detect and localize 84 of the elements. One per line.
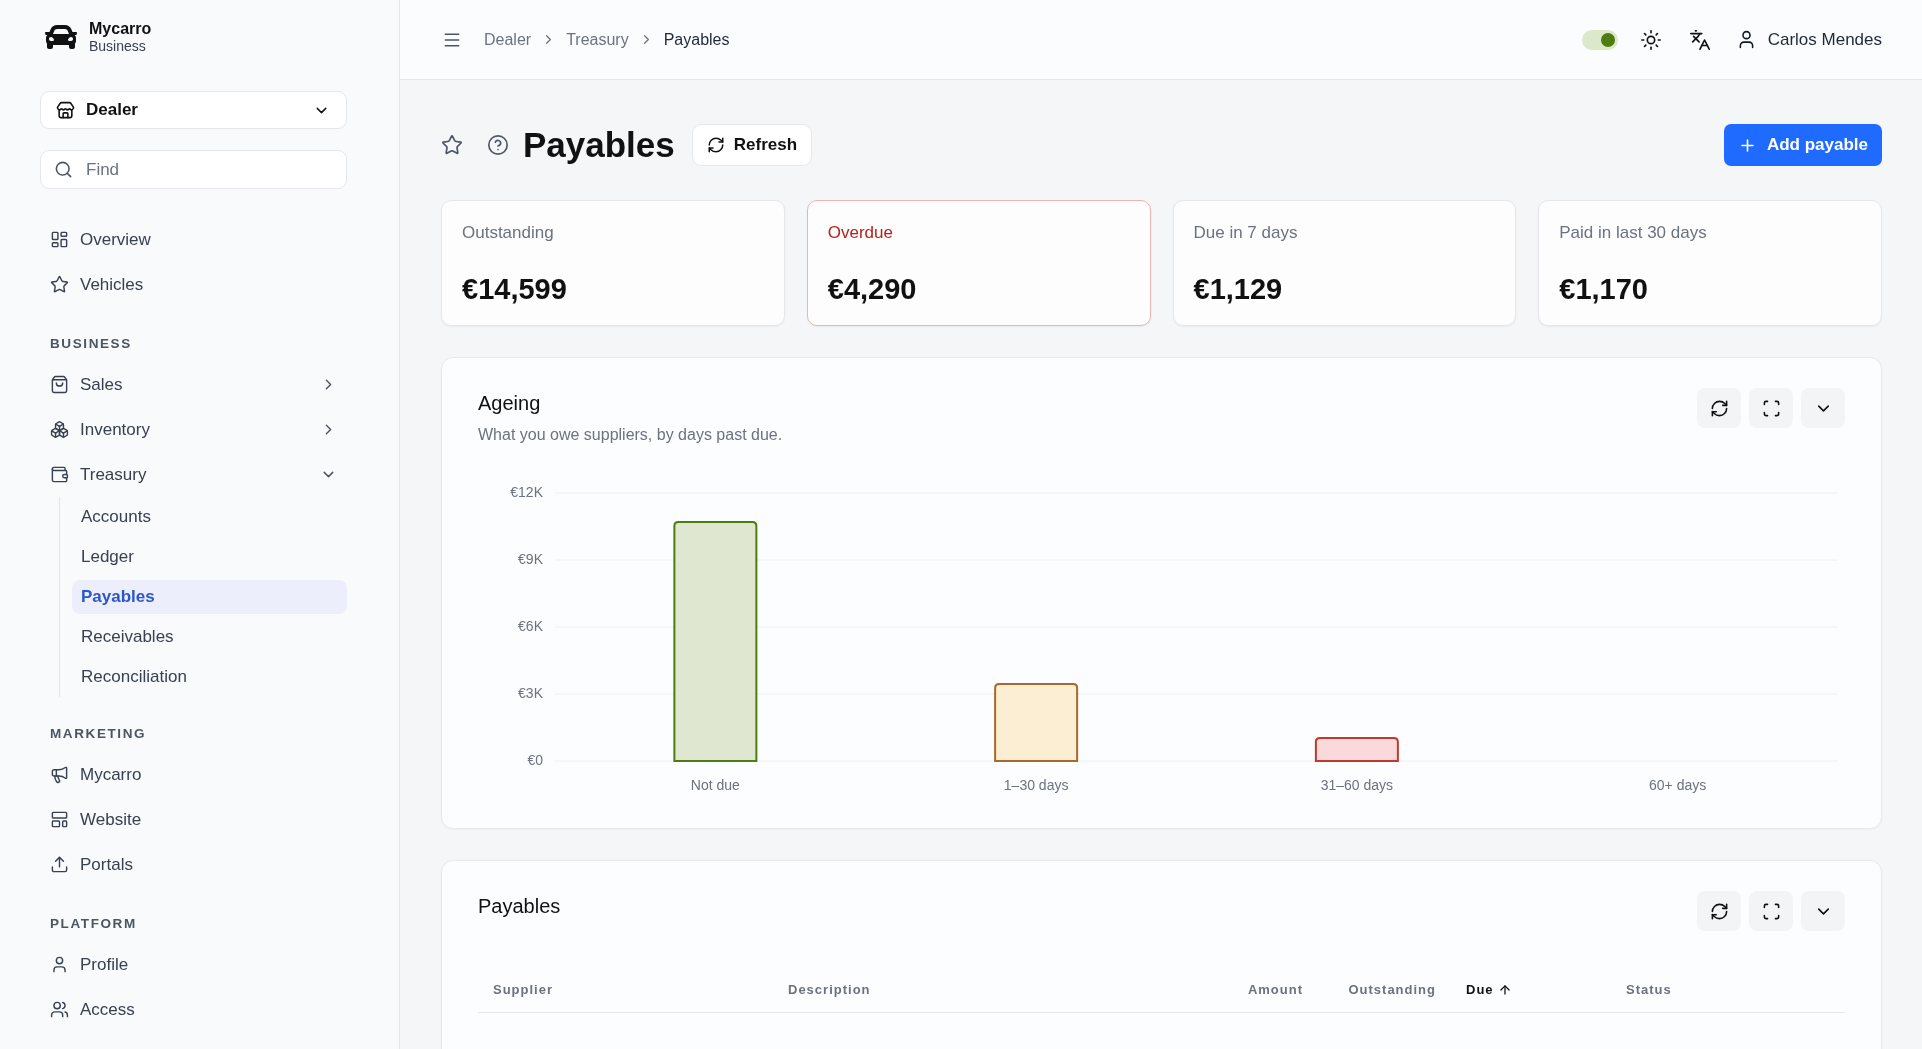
nav-item[interactable]: Profile bbox=[40, 942, 347, 987]
refresh-button[interactable]: Refresh bbox=[691, 124, 813, 166]
y-axis-label: €12K bbox=[510, 483, 543, 500]
card-value: €1,170 bbox=[1559, 273, 1648, 305]
breadcrumb-link[interactable]: Dealer bbox=[484, 30, 532, 49]
boxes-icon bbox=[50, 420, 69, 439]
nav-item[interactable]: Portals bbox=[40, 842, 347, 887]
megaphone-icon bbox=[50, 765, 69, 784]
search-icon bbox=[54, 160, 73, 179]
nav-subitem[interactable]: Receivables bbox=[72, 620, 347, 654]
nav-subitem[interactable]: Accounts bbox=[72, 500, 347, 534]
search-field[interactable]: Find bbox=[40, 150, 347, 189]
dashboard-icon bbox=[50, 230, 69, 249]
nav-item[interactable]: Inventory bbox=[40, 407, 347, 452]
card-label: Paid in last 30 days bbox=[1559, 222, 1707, 244]
nav-item[interactable]: Treasury bbox=[40, 452, 347, 497]
x-axis-label: 31–60 days bbox=[1320, 776, 1394, 793]
panel-title: Payables bbox=[478, 894, 561, 919]
column-header[interactable]: Amount bbox=[1201, 967, 1318, 1012]
breadcrumb-link[interactable]: Treasury bbox=[566, 30, 629, 49]
panel-title: Ageing bbox=[478, 391, 541, 416]
column-header[interactable]: Due bbox=[1451, 967, 1611, 1012]
star-icon bbox=[441, 134, 463, 156]
user-name[interactable]: Carlos Mendes bbox=[1767, 29, 1882, 50]
column-header[interactable]: Supplier bbox=[478, 967, 773, 1012]
panel-subtitle: What you owe suppliers, by days past due. bbox=[478, 425, 783, 445]
breadcrumb-link[interactable]: Payables bbox=[663, 30, 730, 49]
card-label: Due in 7 days bbox=[1193, 222, 1298, 244]
users-icon bbox=[50, 1000, 69, 1019]
card-value: €4,290 bbox=[827, 273, 917, 305]
brand-subtitle: Business bbox=[89, 38, 147, 55]
nav-item[interactable]: Access bbox=[40, 987, 347, 1032]
nav-subitem[interactable]: Reconciliation bbox=[72, 660, 347, 694]
shopping-bag-icon bbox=[50, 375, 69, 394]
favorite-button[interactable] bbox=[441, 134, 463, 156]
wallet-icon bbox=[50, 465, 69, 484]
card-label: Overdue bbox=[827, 222, 893, 244]
refresh-icon bbox=[1709, 901, 1729, 921]
section-heading: MARKETING bbox=[49, 725, 148, 743]
fullscreen-icon bbox=[1761, 901, 1781, 921]
y-axis-label: €3K bbox=[518, 684, 543, 701]
section-heading: BUSINESS bbox=[49, 335, 133, 353]
card-label: Outstanding bbox=[462, 222, 554, 244]
card-value: €1,129 bbox=[1193, 273, 1283, 305]
brand-name: Mycarro bbox=[89, 19, 152, 39]
workspace-select[interactable]: Dealer bbox=[40, 91, 347, 129]
sun-icon bbox=[1639, 28, 1662, 51]
fullscreen-button[interactable] bbox=[1749, 891, 1793, 931]
upload-icon bbox=[50, 855, 69, 874]
add-payable-button[interactable]: Add payable bbox=[1723, 124, 1882, 166]
toggle-switch[interactable] bbox=[1581, 29, 1618, 50]
fullscreen-button[interactable] bbox=[1749, 388, 1793, 428]
refresh-button[interactable] bbox=[1697, 388, 1741, 428]
column-header[interactable]: Outstanding bbox=[1318, 967, 1451, 1012]
nav-subitem[interactable]: Payables bbox=[72, 580, 347, 614]
refresh-icon bbox=[706, 136, 725, 154]
column-header[interactable]: Description bbox=[773, 967, 1201, 1012]
x-axis-label: Not due bbox=[690, 776, 740, 793]
y-axis-label: €0 bbox=[527, 751, 543, 768]
translate-icon bbox=[1688, 28, 1711, 51]
x-axis-label: 1–30 days bbox=[1003, 776, 1069, 793]
y-axis-label: €9K bbox=[518, 550, 543, 567]
star-icon bbox=[50, 275, 69, 294]
nav-item[interactable]: Mycarro bbox=[40, 752, 347, 797]
refresh-button[interactable] bbox=[1697, 891, 1741, 931]
nav-subitem[interactable]: Ledger bbox=[72, 540, 347, 574]
user-icon bbox=[50, 955, 69, 974]
fullscreen-icon bbox=[1761, 398, 1781, 418]
layout-icon bbox=[50, 810, 69, 829]
store-icon bbox=[56, 100, 75, 120]
card-value: €14,599 bbox=[462, 273, 567, 305]
column-header[interactable]: Status bbox=[1611, 967, 1845, 1012]
page-title: Payables bbox=[523, 125, 675, 165]
section-heading: PLATFORM bbox=[49, 915, 138, 933]
nav-item[interactable]: Sales bbox=[40, 362, 347, 407]
y-axis-label: €6K bbox=[518, 617, 543, 634]
x-axis-label: 60+ days bbox=[1649, 776, 1707, 793]
nav-item[interactable]: Vehicles bbox=[40, 262, 347, 307]
help-icon[interactable] bbox=[487, 134, 509, 156]
nav-item[interactable]: Website bbox=[40, 797, 347, 842]
language-button[interactable] bbox=[1688, 28, 1711, 51]
nav-item[interactable]: Overview bbox=[40, 217, 347, 262]
refresh-icon bbox=[1709, 398, 1729, 418]
theme-button[interactable] bbox=[1639, 28, 1662, 51]
